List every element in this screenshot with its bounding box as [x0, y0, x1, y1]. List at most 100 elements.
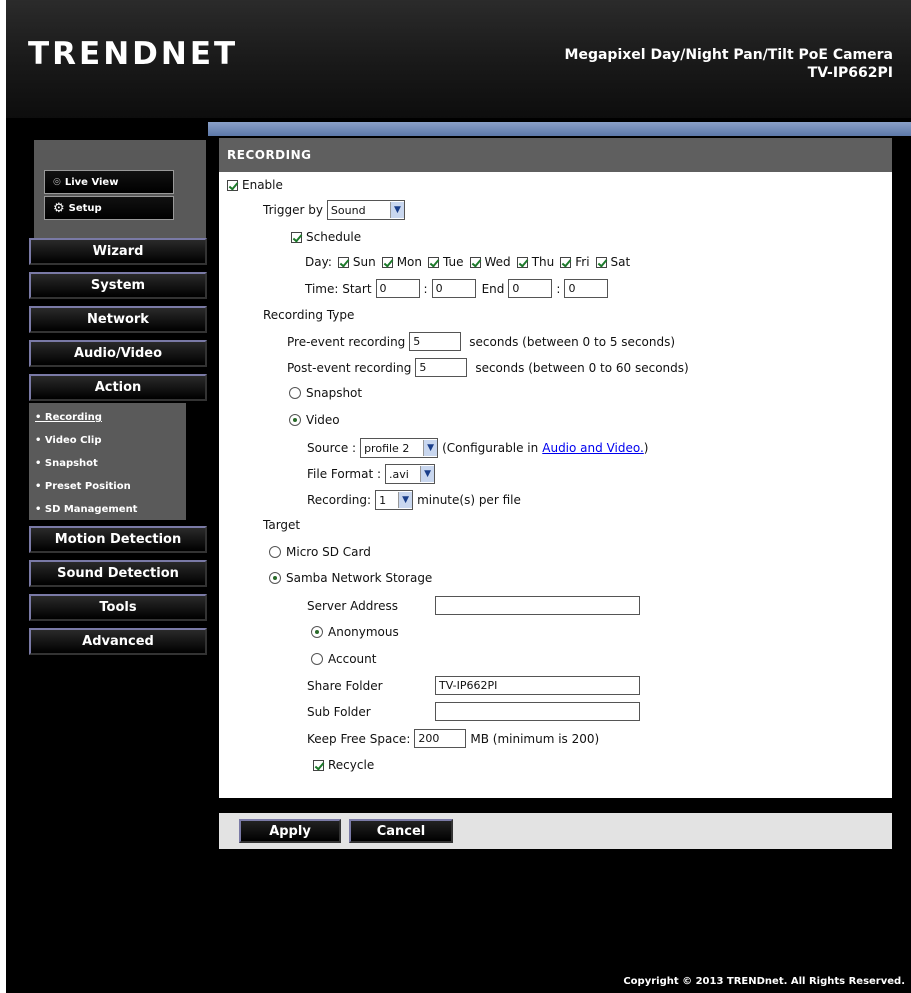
subnav-snapshot[interactable]: • Snapshot — [29, 452, 186, 475]
nav-network[interactable]: Network — [29, 306, 207, 333]
sat-checkbox[interactable] — [595, 256, 607, 268]
main-panel: RECORDING Enable Trigger by Sound ▼ Sche… — [208, 118, 911, 993]
setup-label: Setup — [68, 202, 102, 214]
pre-event-input[interactable]: 5 — [409, 332, 462, 351]
day-fri-label: Fri — [575, 255, 590, 269]
trigger-row: Trigger by Sound ▼ — [263, 200, 405, 220]
recording-length-hint: minute(s) per file — [417, 493, 521, 507]
schedule-label: Schedule — [306, 230, 362, 244]
nav-audio-video[interactable]: Audio/Video — [29, 340, 207, 367]
nav-advanced[interactable]: Advanced — [29, 628, 207, 655]
anonymous-row: Anonymous — [311, 625, 399, 639]
thu-checkbox[interactable] — [516, 256, 528, 268]
nav-sound-detection[interactable]: Sound Detection — [29, 560, 207, 587]
samba-label: Samba Network Storage — [286, 571, 433, 585]
main-stripe — [208, 122, 911, 136]
schedule-checkbox[interactable] — [291, 231, 302, 243]
subnav-video-clip[interactable]: • Video Clip — [29, 429, 186, 452]
sun-checkbox[interactable] — [337, 256, 349, 268]
subnav-recording[interactable]: • Recording — [29, 406, 186, 429]
pre-event-hint: seconds (between 0 to 5 seconds) — [469, 334, 676, 349]
start-minute-input[interactable]: 0 — [431, 279, 476, 298]
wed-checkbox[interactable] — [469, 256, 481, 268]
sub-folder-row: Sub Folder — [307, 702, 640, 721]
action-bar: Apply Cancel — [219, 813, 892, 849]
day-tue-label: Tue — [443, 255, 464, 269]
end-hour-input[interactable]: 0 — [508, 279, 553, 298]
nav-motion-detection[interactable]: Motion Detection — [29, 526, 207, 553]
sidebar: ◎ Live View ⚙ Setup Wizard System Networ… — [6, 118, 211, 993]
recording-length-select[interactable]: 1 ▼ — [375, 490, 414, 510]
snapshot-radio[interactable] — [289, 387, 301, 399]
keep-free-space-hint: MB (minimum is 200) — [470, 731, 600, 746]
file-format-select[interactable]: .avi ▼ — [385, 464, 436, 484]
account-row: Account — [311, 652, 376, 666]
samba-radio[interactable] — [269, 572, 281, 584]
setup-button[interactable]: ⚙ Setup — [44, 196, 174, 220]
snapshot-row: Snapshot — [289, 386, 362, 400]
mon-checkbox[interactable] — [381, 256, 393, 268]
time-start-label: Time: Start — [305, 281, 372, 296]
post-event-hint: seconds (between 0 to 60 seconds) — [475, 360, 689, 375]
video-radio[interactable] — [289, 414, 301, 426]
samba-row: Samba Network Storage — [269, 571, 432, 585]
chevron-down-icon: ▼ — [389, 202, 404, 218]
subnav-preset-position[interactable]: • Preset Position — [29, 475, 186, 498]
anonymous-radio[interactable] — [311, 626, 323, 638]
post-event-row: Post-event recording 5 seconds (between … — [287, 358, 689, 377]
pre-event-label: Pre-event recording — [287, 334, 406, 349]
target-heading: Target — [263, 518, 301, 532]
file-format-row: File Format : .avi ▼ — [307, 464, 436, 484]
live-view-button[interactable]: ◎ Live View — [44, 170, 174, 194]
nav-action[interactable]: Action — [29, 374, 207, 401]
pre-event-row: Pre-event recording 5 seconds (between 0… — [287, 332, 675, 351]
nav-wizard[interactable]: Wizard — [29, 238, 207, 265]
audio-video-link[interactable]: Audio and Video. — [542, 441, 644, 455]
source-label: Source : — [307, 441, 357, 455]
day-sat: Sat — [595, 255, 631, 269]
micro-sd-radio[interactable] — [269, 546, 281, 558]
trendnet-logo: TRENDNET — [28, 36, 239, 72]
nav-system[interactable]: System — [29, 272, 207, 299]
snapshot-label: Snapshot — [306, 386, 363, 400]
sub-folder-input[interactable] — [435, 702, 640, 721]
fri-checkbox[interactable] — [560, 256, 572, 268]
source-select[interactable]: profile 2 ▼ — [360, 438, 439, 458]
server-address-input[interactable] — [435, 596, 640, 615]
keep-free-space-label: Keep Free Space: — [307, 731, 411, 746]
share-folder-row: Share Folder TV-IP662PI — [307, 676, 640, 695]
tue-checkbox[interactable] — [428, 256, 440, 268]
source-row: Source : profile 2 ▼ (Configurable in Au… — [307, 438, 648, 458]
eye-icon: ◎ — [53, 177, 61, 187]
post-event-input[interactable]: 5 — [415, 358, 468, 377]
account-radio[interactable] — [311, 653, 323, 665]
day-thu-label: Thu — [531, 255, 555, 269]
cancel-button[interactable]: Cancel — [349, 819, 453, 843]
trigger-select[interactable]: Sound ▼ — [326, 200, 405, 220]
time-row: Time: Start 0 : 0 End 0 : 0 — [305, 279, 609, 298]
anonymous-label: Anonymous — [328, 625, 399, 639]
server-address-label: Server Address — [307, 598, 398, 613]
post-event-label: Post-event recording — [287, 360, 412, 375]
nav-tools[interactable]: Tools — [29, 594, 207, 621]
product-title: Megapixel Day/Night Pan/Tilt PoE Camera … — [565, 46, 893, 82]
source-hint-close: ) — [643, 441, 649, 455]
keep-free-space-input[interactable]: 200 — [414, 729, 467, 748]
apply-button[interactable]: Apply — [239, 819, 341, 843]
day-label: Day: — [305, 255, 332, 269]
subnav-sd-management[interactable]: • SD Management — [29, 498, 186, 521]
time-end-label: End — [481, 281, 505, 296]
start-hour-input[interactable]: 0 — [375, 279, 420, 298]
share-folder-input[interactable]: TV-IP662PI — [435, 676, 640, 695]
file-format-value: .avi — [389, 467, 409, 481]
day-tue: Tue — [428, 255, 464, 269]
keep-free-space-row: Keep Free Space: 200 MB (minimum is 200) — [307, 729, 599, 748]
colon-separator: : — [423, 281, 428, 296]
day-sat-label: Sat — [610, 255, 631, 269]
day-row: Day: Sun Mon Tue Wed Thu Fri Sat — [305, 255, 630, 269]
end-minute-input[interactable]: 0 — [564, 279, 609, 298]
recycle-checkbox[interactable] — [313, 759, 324, 771]
top-panel: ◎ Live View ⚙ Setup — [34, 140, 206, 240]
enable-checkbox[interactable] — [227, 179, 238, 191]
day-mon: Mon — [381, 255, 422, 269]
